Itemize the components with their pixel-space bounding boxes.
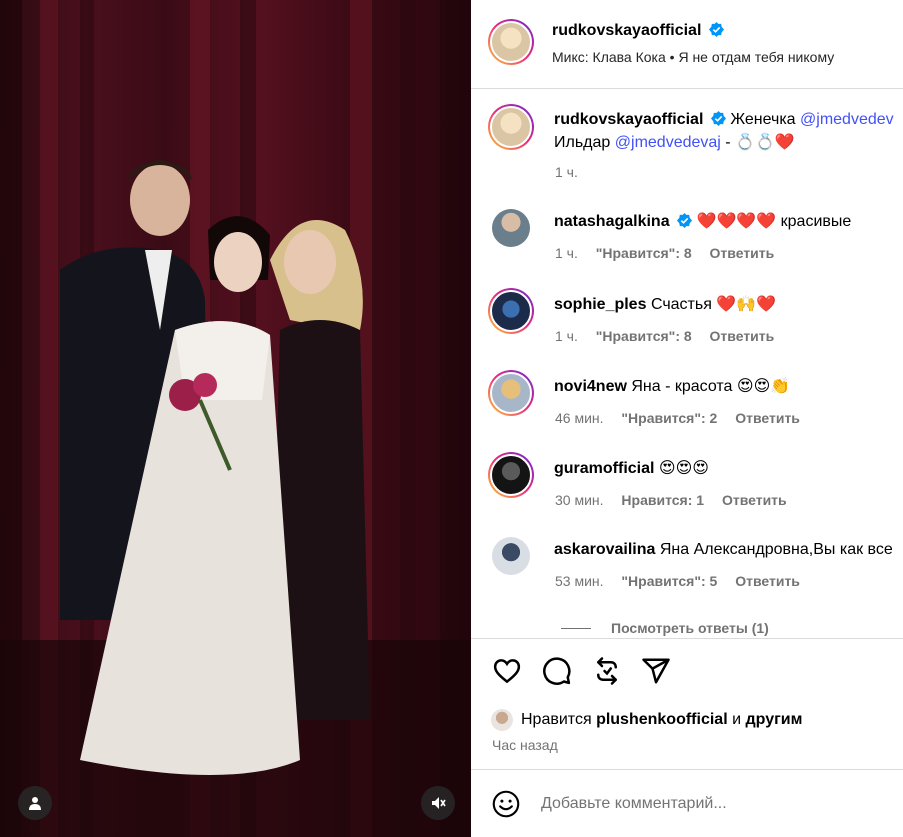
comment-text: Счастья ❤️🙌❤️ bbox=[650, 296, 777, 313]
caption-text: Женечка bbox=[730, 111, 796, 128]
commenter-username[interactable]: guramofficial bbox=[554, 460, 654, 477]
comment-time: 30 мин. bbox=[555, 492, 604, 508]
verified-badge-icon bbox=[710, 111, 726, 126]
post-media[interactable] bbox=[0, 0, 471, 837]
commenter-avatar[interactable] bbox=[488, 288, 534, 334]
author-username[interactable]: rudkovskayaofficial bbox=[552, 22, 701, 39]
commenter-avatar[interactable] bbox=[492, 537, 530, 575]
likes-middle: и bbox=[732, 711, 742, 728]
likes-others-link[interactable]: другим bbox=[745, 711, 802, 729]
reply-button[interactable]: Ответить bbox=[710, 328, 775, 344]
speaker-muted-icon bbox=[432, 797, 446, 809]
comment-time: 46 мин. bbox=[555, 410, 604, 426]
likes-summary: Нравится plushenkoofficial и другим bbox=[491, 709, 802, 731]
liker-username[interactable]: plushenkoofficial bbox=[596, 711, 728, 729]
commenter-username[interactable]: novi4new bbox=[554, 378, 627, 395]
caption-author-avatar[interactable] bbox=[488, 104, 534, 150]
verified-badge-icon bbox=[708, 22, 724, 37]
reply-button[interactable]: Ответить bbox=[722, 492, 787, 508]
liker-avatar[interactable] bbox=[491, 709, 513, 731]
author-avatar[interactable] bbox=[488, 19, 534, 65]
repost-icon[interactable] bbox=[592, 656, 622, 686]
comment-likes[interactable]: "Нравится": 8 bbox=[596, 328, 692, 344]
audio-track-link[interactable]: Микс: Клава Кока • Я не отдам тебя ником… bbox=[552, 49, 834, 65]
commenter-avatar[interactable] bbox=[488, 452, 534, 498]
comment-time: 1 ч. bbox=[555, 245, 578, 261]
reply-button[interactable]: Ответить bbox=[735, 410, 800, 426]
post-details-panel: rudkovskayaofficial Микс: Клава Кока • Я… bbox=[471, 0, 903, 837]
share-icon[interactable] bbox=[641, 656, 671, 686]
view-replies-button[interactable]: Посмотреть ответы (1) bbox=[561, 620, 769, 636]
comment-likes[interactable]: "Нравится": 8 bbox=[596, 245, 692, 261]
post-actions: Нравится plushenkoofficial и другим Час … bbox=[471, 638, 903, 768]
caption-text-line2: Ильдар bbox=[554, 134, 611, 151]
commenter-username[interactable]: natashagalkina bbox=[554, 213, 670, 230]
comment-likes[interactable]: "Нравится": 2 bbox=[621, 410, 717, 426]
mute-button[interactable] bbox=[421, 786, 455, 820]
comment-text: Яна Александровна,Вы как все bbox=[659, 541, 893, 558]
mention-link[interactable]: @jmedvedev bbox=[800, 111, 894, 128]
add-comment-bar bbox=[471, 769, 903, 837]
caption-emoji: - 💍💍❤️ bbox=[720, 134, 795, 151]
comment-input[interactable] bbox=[541, 790, 881, 818]
commenter-avatar[interactable] bbox=[492, 209, 530, 247]
caption-time: 1 ч. bbox=[555, 164, 578, 180]
commenter-avatar[interactable] bbox=[488, 370, 534, 416]
heart-icon[interactable] bbox=[492, 656, 522, 686]
post-time: Час назад bbox=[492, 737, 558, 753]
caption-username[interactable]: rudkovskayaofficial bbox=[554, 111, 703, 128]
comment-text: Яна - красота 😍😍👏 bbox=[631, 378, 791, 395]
comment-time: 53 мин. bbox=[555, 573, 604, 589]
comments-list: rudkovskayaofficial Женечка @jmedvedev И… bbox=[471, 90, 903, 638]
emoji-icon[interactable] bbox=[492, 790, 520, 818]
reply-button[interactable]: Ответить bbox=[710, 245, 775, 261]
comment-likes[interactable]: "Нравится": 5 bbox=[621, 573, 717, 589]
comment-likes[interactable]: Нравится: 1 bbox=[621, 492, 704, 508]
comment-time: 1 ч. bbox=[555, 328, 578, 344]
post-photo bbox=[0, 0, 471, 837]
tagged-users-button[interactable] bbox=[18, 786, 52, 820]
reply-button[interactable]: Ответить bbox=[735, 573, 800, 589]
post-header: rudkovskayaofficial Микс: Клава Кока • Я… bbox=[471, 0, 903, 89]
comment-text: 😍😍😍 bbox=[658, 460, 709, 477]
comment-icon[interactable] bbox=[542, 656, 572, 686]
likes-prefix: Нравится bbox=[521, 711, 592, 728]
user-icon bbox=[29, 797, 41, 810]
verified-badge-icon bbox=[677, 213, 693, 228]
mention-link[interactable]: @jmedvedevaj bbox=[615, 134, 721, 151]
comment-text: ❤️❤️❤️❤️ красивые bbox=[696, 213, 852, 230]
commenter-username[interactable]: sophie_ples bbox=[554, 296, 646, 313]
commenter-username[interactable]: askarovailina bbox=[554, 541, 655, 558]
